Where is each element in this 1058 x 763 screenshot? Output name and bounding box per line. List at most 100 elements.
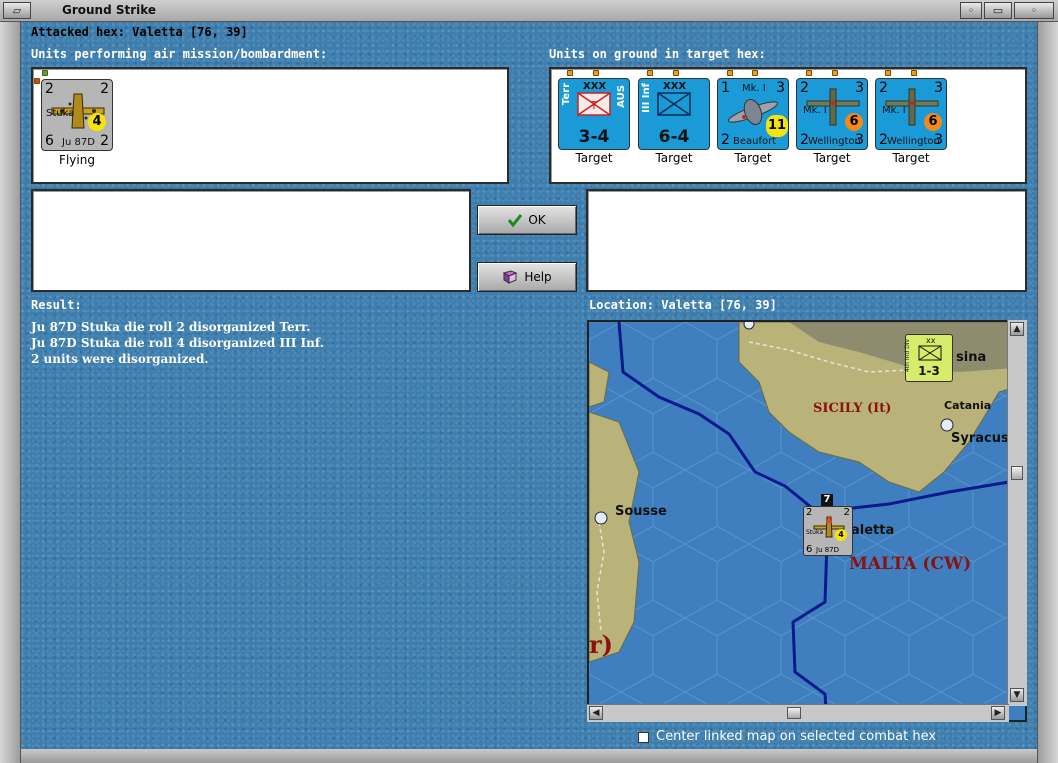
unit-size: xx — [926, 336, 936, 345]
range-badge: 4 — [835, 529, 847, 541]
air-units-panel: 2 2 6 2 Stuka Ju 87D 4 Flying — [31, 67, 509, 184]
unit-name: Ju 87D — [816, 546, 840, 554]
ground-unit-counter[interactable]: 1 Mk. I 3 2 Beaufort 11 — [717, 78, 789, 150]
ground-unit-caption: Target — [892, 151, 930, 165]
unit-type: Stuka — [46, 108, 75, 119]
map-horizontal-scrollbar[interactable]: ◀ ▶ — [587, 704, 1009, 722]
scroll-down-arrow-icon[interactable]: ▼ — [1010, 688, 1024, 702]
window-frame: ▱ Ground Strike ◦ ▭ ◦ Attacked hex: Vale… — [0, 0, 1058, 763]
unit-name: Wellington — [887, 136, 940, 147]
unit-type: Stuka — [806, 529, 824, 536]
status-dot — [593, 70, 599, 76]
unit-strength: 1-3 — [918, 364, 940, 378]
minimize-button[interactable]: ◦ — [960, 2, 982, 19]
map-unit-counter[interactable]: 4th Ind Div xx 1-3 — [904, 334, 953, 382]
result-line: 2 units were disorganized. — [31, 352, 209, 366]
ground-unit-counter[interactable]: III Inf XXX 6-4 — [638, 78, 710, 150]
air-unit-status: Flying — [59, 153, 95, 167]
window-menu-button[interactable]: ▱ — [3, 2, 31, 19]
counter-value: 2 — [45, 81, 54, 97]
counter-value: 3 — [776, 80, 785, 96]
location-map[interactable]: SICILY (It) Catania Syracus sina Sousse … — [587, 320, 1027, 722]
status-dot — [806, 70, 812, 76]
map-label-sousse: Sousse — [615, 504, 667, 519]
air-unit-counter[interactable]: 2 2 6 2 Stuka Ju 87D 4 — [41, 79, 113, 151]
stack-count: 7 — [821, 494, 833, 506]
location-label: Location: Valetta [76, 39] — [589, 298, 777, 312]
vertical-scroll-thumb[interactable] — [1011, 466, 1023, 480]
counter-value: 2 — [721, 132, 730, 148]
status-dot — [647, 70, 653, 76]
close-button[interactable]: ◦ — [1014, 2, 1054, 19]
check-icon — [508, 214, 523, 227]
unit-side-label: Terr — [561, 83, 572, 106]
unit-size: XXX — [663, 81, 687, 92]
range-badge: 6 — [845, 113, 863, 131]
counter-value: 2 — [100, 81, 109, 97]
bottom-window-border — [21, 749, 1037, 763]
range-badge: 11 — [766, 115, 788, 137]
unit-strength: 3-4 — [578, 127, 610, 147]
ground-unit-caption: Target — [655, 151, 693, 165]
map-air-unit-counter[interactable]: 2 2 Stuka 4 6 Ju 87D — [803, 506, 853, 556]
counter-value: 1 — [721, 80, 730, 96]
plane-model: Mk. I — [742, 83, 766, 94]
unit-name: Wellington — [808, 136, 861, 147]
map-vertical-scrollbar[interactable]: ▲ ▼ — [1007, 320, 1027, 706]
ground-unit-counter[interactable]: 2 Mk. I 3 6 2 Wellington 3 — [796, 78, 868, 150]
titlebar: ▱ Ground Strike ◦ ▭ ◦ — [0, 0, 1058, 22]
help-button-label: Help — [524, 270, 552, 284]
maximize-button[interactable]: ▭ — [984, 2, 1012, 19]
unit-side-label: III Inf — [641, 83, 652, 113]
result-label: Result: — [31, 298, 82, 312]
svg-text:T: T — [590, 99, 598, 112]
status-dot — [832, 70, 838, 76]
help-book-icon — [503, 270, 518, 284]
center-map-checkbox[interactable] — [638, 732, 649, 743]
map-label-valetta: aletta — [851, 523, 895, 538]
ground-unit-caption: Target — [575, 151, 613, 165]
ground-unit-caption: Target — [734, 151, 772, 165]
window-title: Ground Strike — [62, 3, 157, 17]
infantry-unit-icon — [918, 345, 942, 361]
status-dot — [727, 70, 733, 76]
scroll-right-arrow-icon[interactable]: ▶ — [991, 706, 1005, 720]
territorial-unit-icon: T — [577, 92, 611, 116]
map-label-malta: MALTA (CW) — [849, 554, 972, 574]
status-dot — [885, 70, 891, 76]
status-dot — [911, 70, 917, 76]
counter-value: 6 — [45, 133, 54, 149]
ground-units-label: Units on ground in target hex: — [549, 47, 766, 61]
result-line: Ju 87D Stuka die roll 4 disorganized III… — [31, 336, 324, 350]
help-button[interactable]: Help — [477, 262, 577, 292]
counter-value: 2 — [100, 133, 109, 149]
unit-strength: 6-4 — [658, 127, 690, 147]
unit-name: Beaufort — [733, 136, 777, 147]
scroll-left-arrow-icon[interactable]: ◀ — [589, 706, 603, 720]
unit-name: Ju 87D — [62, 137, 95, 148]
range-badge: 6 — [924, 113, 942, 131]
map-label-sicily: SICILY (It) — [813, 401, 892, 416]
unit-nation-label: AUS — [616, 85, 627, 108]
right-window-border — [1037, 22, 1058, 763]
infantry-unit-icon — [657, 92, 691, 116]
scroll-up-arrow-icon[interactable]: ▲ — [1010, 322, 1024, 336]
window-menu-icon: ▱ — [12, 4, 22, 17]
air-unit-detail-panel — [31, 189, 471, 292]
map-label-partial: r) — [589, 630, 613, 659]
map-label-messina: sina — [956, 350, 987, 365]
air-units-label: Units performing air mission/bombardment… — [31, 47, 328, 61]
ground-unit-counter[interactable]: 2 Mk. I 3 6 2 Wellington 3 — [875, 78, 947, 150]
counter-value: 3 — [855, 132, 864, 148]
map-label-catania: Catania — [944, 399, 992, 412]
left-window-border — [0, 22, 21, 763]
close-icon: ◦ — [1030, 4, 1038, 17]
ground-unit-counter[interactable]: Terr AUS XXX T 3-4 — [558, 78, 630, 150]
status-dot — [673, 70, 679, 76]
map-label-syracuse: Syracus — [951, 431, 1009, 446]
counter-value: 3 — [934, 132, 943, 148]
ok-button[interactable]: OK — [477, 205, 577, 235]
status-dot — [42, 70, 48, 76]
horizontal-scroll-thumb[interactable] — [787, 707, 801, 719]
ground-unit-detail-panel — [586, 189, 1027, 292]
